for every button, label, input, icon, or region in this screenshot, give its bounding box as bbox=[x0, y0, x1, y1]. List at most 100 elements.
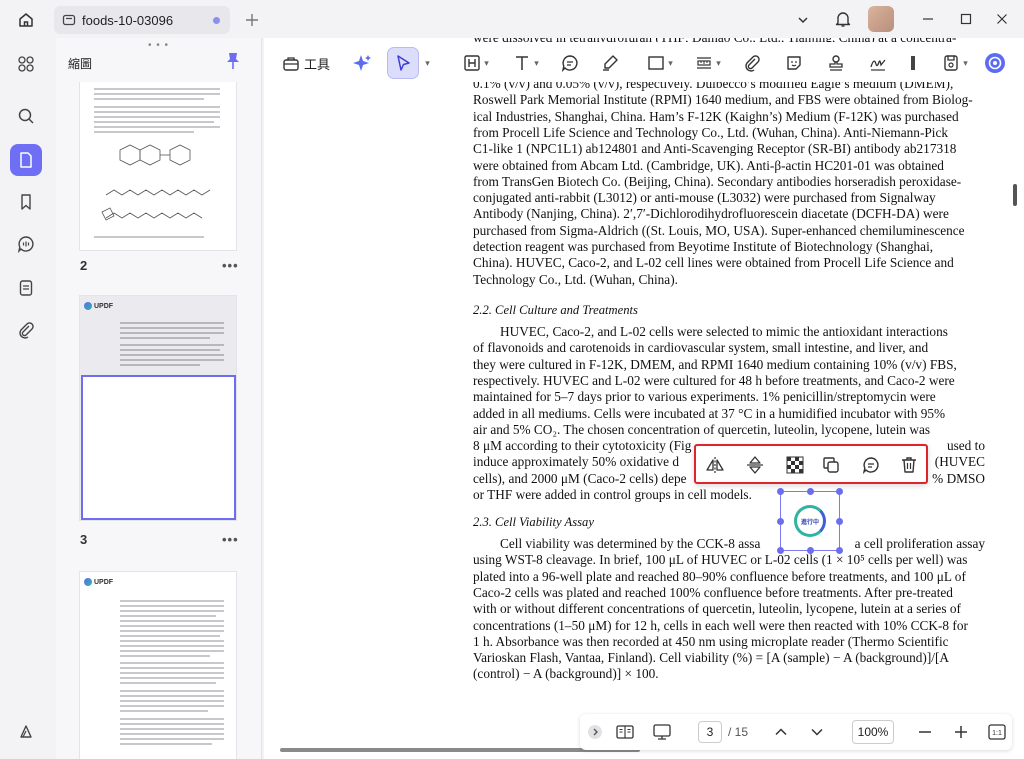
text-line-fragment: used to bbox=[946, 438, 985, 454]
page-icon bbox=[20, 152, 32, 168]
collapse-bar-button[interactable] bbox=[586, 721, 604, 743]
minimize-button[interactable] bbox=[914, 6, 942, 32]
presentation-button[interactable] bbox=[650, 721, 674, 743]
resize-handle[interactable] bbox=[777, 488, 784, 495]
thumbnail-more-button[interactable]: ••• bbox=[222, 258, 239, 273]
shape-tool-button[interactable]: ▾ bbox=[640, 48, 680, 78]
text-line: Caco-2 cells was plated and reached 100%… bbox=[473, 584, 953, 600]
resize-handle[interactable] bbox=[836, 518, 843, 525]
resize-handle[interactable] bbox=[777, 518, 784, 525]
flip-horizontal-icon bbox=[706, 457, 724, 473]
plus-icon bbox=[246, 14, 258, 26]
delete-image-button[interactable] bbox=[898, 454, 920, 476]
close-window-button[interactable] bbox=[988, 6, 1016, 32]
text-line: detection reagent was purchased from Bey… bbox=[473, 239, 934, 254]
zoom-level[interactable]: 100% bbox=[852, 720, 894, 744]
comment-tool-button[interactable] bbox=[556, 48, 584, 78]
current-page-input[interactable]: 3 bbox=[698, 721, 722, 743]
maximize-button[interactable] bbox=[952, 6, 980, 32]
save-button[interactable]: ▾ bbox=[936, 48, 974, 78]
save-icon bbox=[944, 55, 958, 71]
rail-thumbnails-button[interactable] bbox=[10, 48, 42, 80]
next-page-button[interactable] bbox=[806, 721, 828, 743]
measure-tool-button[interactable]: ▾ bbox=[688, 48, 728, 78]
document-viewer[interactable]: were dissolved in tetrahydrofuran (THF; … bbox=[264, 38, 1024, 759]
panel-drag-handle[interactable]: • • • bbox=[148, 40, 169, 51]
transparency-button[interactable] bbox=[784, 454, 806, 476]
text-line: cells), and 2000 μM (Caco-2 cells) depe bbox=[473, 470, 687, 486]
selected-image[interactable]: 進行中 bbox=[777, 488, 843, 554]
thumbnail-page-2[interactable] bbox=[80, 82, 236, 250]
signature-tool-button[interactable] bbox=[864, 48, 892, 78]
stamp-icon bbox=[829, 55, 843, 71]
text-tool-button[interactable]: ▾ bbox=[506, 48, 546, 78]
document-tab[interactable]: foods-10-03096 bbox=[54, 6, 230, 34]
rail-layers-button[interactable] bbox=[10, 716, 42, 748]
book-icon bbox=[616, 725, 634, 739]
heading-tool-button[interactable]: ▾ bbox=[456, 48, 496, 78]
thumbnail-more-button[interactable]: ••• bbox=[222, 532, 239, 547]
new-tab-button[interactable] bbox=[240, 6, 264, 34]
paperclip-icon bbox=[745, 55, 760, 72]
tools-label: 工具 bbox=[303, 56, 330, 72]
zoom-out-button[interactable] bbox=[914, 721, 936, 743]
select-tool-button[interactable] bbox=[387, 47, 419, 79]
heading-icon bbox=[464, 55, 480, 71]
text-line: HUVEC, Caco-2, and L-02 cells were selec… bbox=[500, 324, 948, 339]
unsaved-dot bbox=[213, 17, 220, 24]
home-button[interactable] bbox=[8, 6, 44, 34]
title-bar: foods-10-03096 bbox=[0, 0, 1024, 38]
pin-panel-button[interactable] bbox=[226, 52, 242, 70]
zoom-in-button[interactable] bbox=[950, 721, 972, 743]
rail-search-button[interactable] bbox=[10, 100, 42, 132]
comment-image-button[interactable] bbox=[860, 454, 882, 476]
thumbnail-page-number: 3 bbox=[80, 532, 88, 547]
flip-horizontal-button[interactable] bbox=[704, 454, 726, 476]
resize-handle[interactable] bbox=[836, 488, 843, 495]
flip-vertical-button[interactable] bbox=[744, 454, 766, 476]
ai-chat-button[interactable] bbox=[982, 48, 1008, 78]
resize-handle[interactable] bbox=[777, 547, 784, 554]
document-page: were dissolved in tetrahydrofuran (THF; … bbox=[473, 38, 985, 759]
text-line: of flavonoids and carotenoids in cardiov… bbox=[473, 340, 929, 356]
sticker-tool-button[interactable] bbox=[780, 48, 808, 78]
reading-mode-button[interactable] bbox=[614, 721, 636, 743]
user-avatar[interactable] bbox=[868, 6, 894, 32]
presentation-icon bbox=[653, 724, 671, 740]
text-line: maintained for 5–7 days prior to various… bbox=[473, 389, 936, 405]
chevron-down-icon: ▾ bbox=[484, 57, 489, 68]
text-line: from Procell Life Science and Technology… bbox=[473, 124, 949, 140]
chevron-up-icon bbox=[775, 728, 787, 736]
resize-handle[interactable] bbox=[836, 547, 843, 554]
rail-attachments-button[interactable] bbox=[10, 272, 42, 304]
tools-button[interactable]: 工具 bbox=[278, 48, 334, 78]
thumbnail-page-4[interactable]: UPDF bbox=[80, 572, 236, 759]
thumbnail-list[interactable]: 2 ••• UPDF 3 ••• UPDF bbox=[56, 82, 262, 759]
text-line: 8 μM according to their cytotoxicity (Fi… bbox=[473, 438, 692, 454]
attach-tool-button[interactable] bbox=[738, 48, 766, 78]
text-line: purchased from Sigma-Aldrich ((St. Louis… bbox=[473, 222, 965, 238]
select-tool-dropdown[interactable]: ▾ bbox=[420, 48, 432, 78]
tabs-dropdown-button[interactable] bbox=[792, 6, 814, 34]
rail-paperclip-button[interactable] bbox=[10, 314, 42, 346]
more-tools-button[interactable] bbox=[904, 48, 922, 78]
highlight-tool-button[interactable] bbox=[596, 48, 624, 78]
text-line: respectively. HUVEC and L-02 were cultur… bbox=[473, 372, 955, 388]
ai-assistant-button[interactable] bbox=[348, 48, 376, 78]
previous-page-button[interactable] bbox=[770, 721, 792, 743]
notifications-button[interactable] bbox=[832, 5, 854, 33]
text-line: with or without different concentrations… bbox=[473, 601, 961, 617]
rail-comments-button[interactable] bbox=[10, 228, 42, 260]
vertical-scrollbar[interactable] bbox=[1013, 184, 1017, 206]
document-tab-icon bbox=[62, 14, 76, 26]
duplicate-button[interactable] bbox=[820, 454, 842, 476]
rail-bookmarks-button[interactable] bbox=[10, 186, 42, 218]
resize-handle[interactable] bbox=[807, 488, 814, 495]
stamp-tool-button[interactable] bbox=[822, 48, 850, 78]
chevron-right-circle-icon bbox=[588, 725, 602, 739]
rail-pages-button[interactable] bbox=[10, 144, 42, 176]
paperclip-icon bbox=[19, 322, 34, 339]
text-line: conjugated anti-rabbit (L3012) or anti-m… bbox=[473, 190, 936, 206]
resize-handle[interactable] bbox=[807, 547, 814, 554]
actual-size-button[interactable]: 1:1 bbox=[986, 721, 1008, 743]
